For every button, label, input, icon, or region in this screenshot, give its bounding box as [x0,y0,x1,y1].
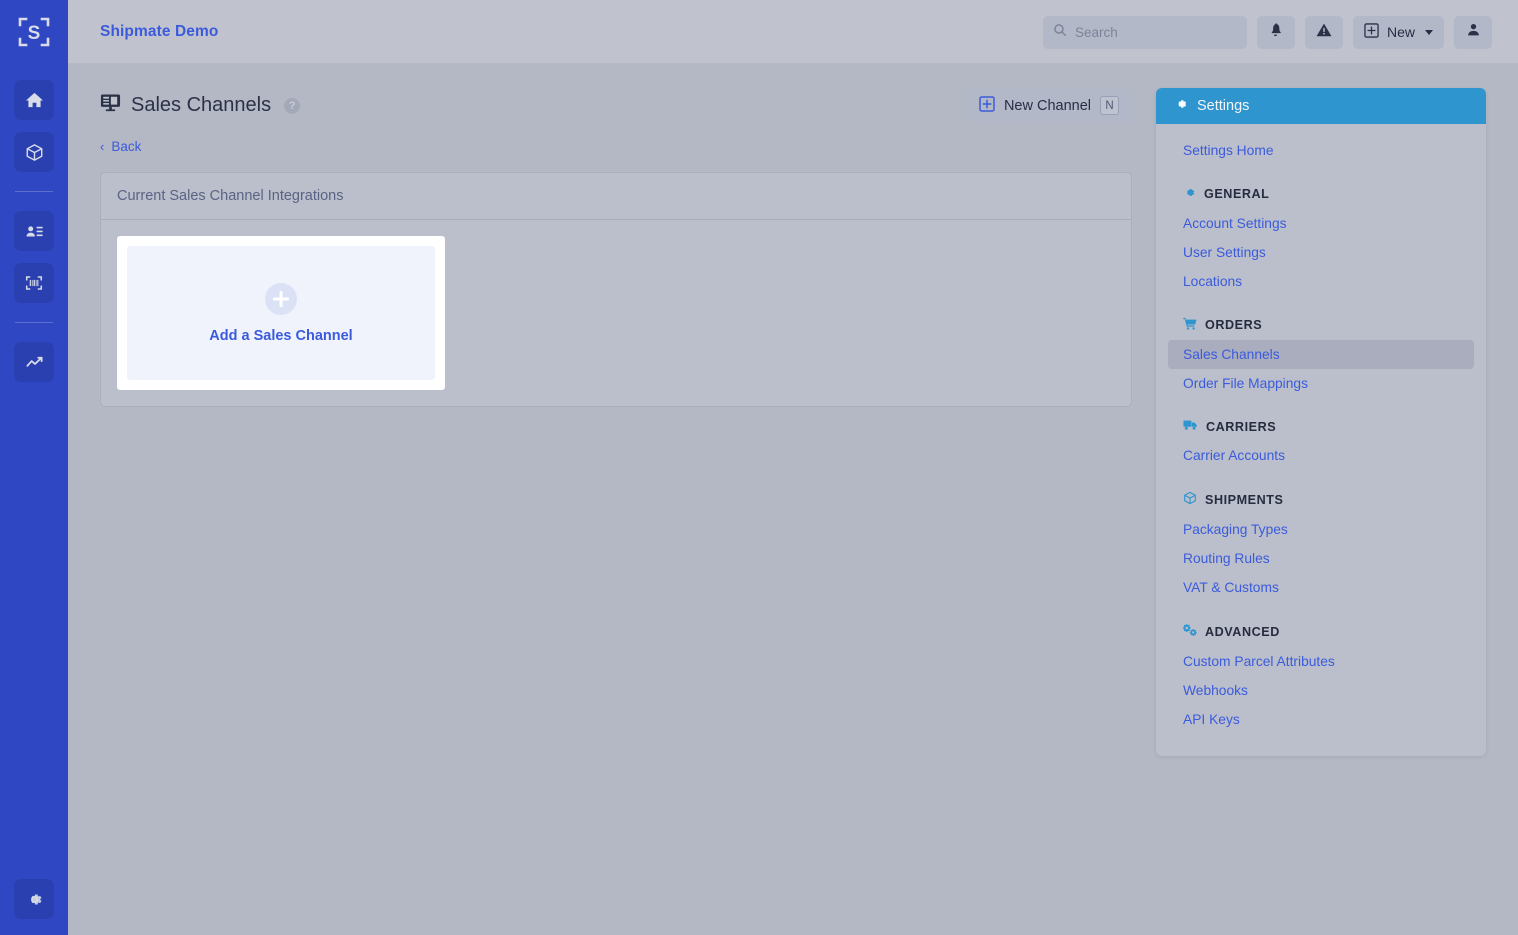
settings-section-label: CARRIERS [1206,419,1277,434]
page-title-label: Sales Channels [131,94,272,116]
search-input[interactable] [1074,24,1237,40]
new-channel-button[interactable]: New Channel N [965,88,1132,123]
top-bar: Shipmate Demo Search New [68,0,1518,64]
main-column: Shipmate Demo Search New Sales Channels … [68,0,1518,935]
truck-icon [1183,419,1198,434]
chevron-left-icon: ‹ [100,139,105,154]
question-mark-icon[interactable]: ? [284,97,301,114]
settings-section-label: ADVANCED [1205,624,1280,639]
settings-section-orders: ORDERS [1168,309,1474,337]
integrations-panel-body: Add a Sales Channel [101,220,1131,406]
settings-section-shipments: SHIPMENTS [1168,483,1474,512]
sidebar-item-shipments[interactable] [14,132,54,172]
alerts-button[interactable] [1304,15,1343,49]
settings-link-settings-home[interactable]: Settings Home [1168,136,1474,165]
settings-group-orders: Sales Channels Order File Mappings [1168,340,1474,398]
settings-link-sales-channels[interactable]: Sales Channels [1168,340,1474,369]
settings-link-carrier-accounts[interactable]: Carrier Accounts [1168,441,1474,470]
shopping-cart-icon [1183,317,1197,333]
settings-section-label: ORDERS [1205,318,1263,332]
barcode-scan-icon [24,273,44,293]
settings-panel-body: Settings Home GENERAL Account Settings U… [1156,124,1486,756]
sidebar-item-settings[interactable] [14,879,54,919]
page-header: Sales Channels ? New Channel N [100,88,1132,123]
gear-icon [25,890,44,909]
user-icon [1466,22,1481,42]
settings-panel: Settings Settings Home GENERAL Account S… [1156,88,1486,756]
settings-group-advanced: Custom Parcel Attributes Webhooks API Ke… [1168,647,1474,734]
desktop-display-icon [100,92,121,119]
settings-group-shipments: Packaging Types Routing Rules VAT & Cust… [1168,515,1474,602]
new-channel-shortcut-badge: N [1100,96,1119,115]
rail-divider [15,322,53,323]
settings-group-general: Account Settings User Settings Locations [1168,209,1474,296]
sidebar-item-contacts[interactable] [14,211,54,251]
bell-icon [1268,22,1283,42]
new-button-label: New [1386,24,1415,40]
sidebar-item-reports[interactable] [14,342,54,382]
sidebar-item-home[interactable] [14,80,54,120]
top-bar-actions: New [1042,15,1492,49]
box-icon [25,143,44,162]
settings-link-webhooks[interactable]: Webhooks [1168,676,1474,705]
integrations-panel-header: Current Sales Channel Integrations [101,173,1131,220]
settings-link-locations[interactable]: Locations [1168,267,1474,296]
settings-link-api-keys[interactable]: API Keys [1168,705,1474,734]
settings-link-account-settings[interactable]: Account Settings [1168,209,1474,238]
add-sales-channel-label: Add a Sales Channel [209,327,353,344]
settings-link-order-file-mappings[interactable]: Order File Mappings [1168,369,1474,398]
brand-title[interactable]: Shipmate Demo [100,23,218,41]
search-icon [1053,23,1067,42]
home-icon [25,91,44,110]
app-root: S Shipmate Demo Search New Sales Channel… [0,0,1518,935]
settings-section-advanced: ADVANCED [1168,615,1474,644]
gear-icon [1183,186,1196,202]
notifications-button[interactable] [1256,15,1295,49]
sidebar-item-scan[interactable] [14,263,54,303]
settings-section-label: SHIPMENTS [1205,492,1284,507]
plus-square-icon [979,95,995,116]
chart-line-icon [25,353,44,372]
cogs-icon [1183,623,1197,640]
app-logo[interactable]: S [0,0,68,64]
add-sales-channel-card[interactable]: Add a Sales Channel [117,236,445,390]
settings-link-vat-customs[interactable]: VAT & Customs [1168,573,1474,602]
settings-section-carriers: CARRIERS [1168,411,1474,438]
plus-circle-icon [265,282,297,315]
page-header-actions: New Channel N [965,88,1132,123]
settings-link-custom-parcel-attributes[interactable]: Custom Parcel Attributes [1168,647,1474,676]
rail-bottom [14,879,54,919]
new-button[interactable]: New [1352,15,1444,49]
page-title: Sales Channels ? [100,92,301,119]
plus-square-icon [1364,23,1379,41]
content-area: Sales Channels ? New Channel N ‹ Back Cu… [68,64,1518,935]
rail-nav [14,80,54,382]
add-sales-channel-card-inner: Add a Sales Channel [127,246,435,380]
content-left: Sales Channels ? New Channel N ‹ Back Cu… [100,88,1132,935]
integrations-panel: Current Sales Channel Integrations Add a… [100,172,1132,407]
svg-text:S: S [28,23,41,44]
account-button[interactable] [1454,15,1492,49]
back-link[interactable]: ‹ Back [100,139,141,154]
address-card-icon [25,222,44,241]
settings-link-packaging-types[interactable]: Packaging Types [1168,515,1474,544]
settings-group-carriers: Carrier Accounts [1168,441,1474,470]
back-link-label: Back [111,139,142,154]
box-icon [1183,491,1197,508]
settings-panel-title: Settings [1197,98,1250,114]
left-rail: S [0,0,68,935]
gear-icon [1174,97,1188,115]
settings-link-routing-rules[interactable]: Routing Rules [1168,544,1474,573]
chevron-down-icon [1425,29,1433,35]
settings-panel-header: Settings [1156,88,1486,124]
settings-link-user-settings[interactable]: User Settings [1168,238,1474,267]
search-box[interactable] [1042,15,1247,49]
settings-section-label: GENERAL [1204,187,1270,201]
warning-triangle-icon [1316,22,1332,43]
new-channel-label: New Channel [1003,97,1091,114]
settings-section-general: GENERAL [1168,178,1474,206]
rail-divider [15,191,53,192]
